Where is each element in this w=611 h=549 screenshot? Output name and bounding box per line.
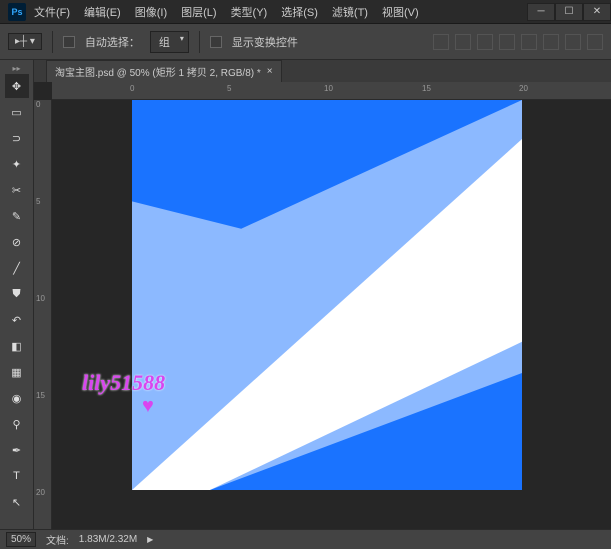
toolbox-grip[interactable]: ▸▸ (2, 64, 32, 72)
ruler-mark: 5 (36, 197, 40, 206)
distribute-h-icon[interactable] (565, 34, 581, 50)
vertical-ruler[interactable]: 0 5 10 15 20 (34, 100, 52, 529)
align-hcenter-icon[interactable] (521, 34, 537, 50)
doc-size-label: 文档: (46, 532, 69, 547)
ruler-mark: 20 (36, 488, 45, 497)
ruler-mark: 5 (227, 84, 231, 93)
type-tool-icon[interactable]: T (5, 464, 29, 488)
auto-select-dropdown[interactable]: 组 (150, 31, 189, 53)
document-area: 淘宝主图.psd @ 50% (矩形 1 拷贝 2, RGB/8) * × 0 … (34, 60, 611, 529)
ruler-mark: 15 (422, 84, 431, 93)
tool-preset-picker[interactable]: ▸┼ ▾ (8, 33, 42, 50)
horizontal-ruler[interactable]: 0 5 10 15 20 (52, 82, 611, 100)
magic-wand-tool-icon[interactable]: ✦ (5, 152, 29, 176)
menu-view[interactable]: 视图(V) (382, 4, 419, 20)
healing-brush-tool-icon[interactable]: ⊘ (5, 230, 29, 254)
ruler-mark: 10 (36, 294, 45, 303)
window-controls: ─ ☐ ✕ (527, 3, 611, 21)
eraser-tool-icon[interactable]: ◧ (5, 334, 29, 358)
align-right-icon[interactable] (543, 34, 559, 50)
canvas[interactable] (132, 100, 522, 490)
tab-bar: 淘宝主图.psd @ 50% (矩形 1 拷贝 2, RGB/8) * × (34, 60, 611, 82)
ruler-mark: 0 (36, 100, 40, 109)
lasso-tool-icon[interactable]: ⊃ (5, 126, 29, 150)
show-transform-label: 显示变换控件 (232, 34, 298, 50)
pen-tool-icon[interactable]: ✒ (5, 438, 29, 462)
auto-select-label: 自动选择： (85, 34, 140, 50)
ruler-mark: 20 (519, 84, 528, 93)
align-left-icon[interactable] (499, 34, 515, 50)
watermark-heart-icon: ♥ (142, 395, 154, 418)
marquee-tool-icon[interactable]: ▭ (5, 100, 29, 124)
canvas-row: 0 5 10 15 20 lily51588 ♥ (34, 100, 611, 529)
move-tool-icon[interactable]: ✥ (5, 74, 29, 98)
status-bar: 50% 文档: 1.83M/2.32M ▶ (0, 529, 611, 549)
crop-tool-icon[interactable]: ✂ (5, 178, 29, 202)
status-menu-arrow-icon[interactable]: ▶ (147, 535, 153, 544)
minimize-button[interactable]: ─ (527, 3, 555, 21)
doc-size-value: 1.83M/2.32M (79, 534, 137, 545)
app-logo: Ps (8, 3, 26, 21)
divider (199, 31, 200, 53)
distribute-v-icon[interactable] (587, 34, 603, 50)
blur-tool-icon[interactable]: ◉ (5, 386, 29, 410)
eyedropper-tool-icon[interactable]: ✎ (5, 204, 29, 228)
zoom-level-field[interactable]: 50% (6, 532, 36, 547)
show-transform-checkbox[interactable] (210, 36, 222, 48)
workspace: ▸▸ ✥ ▭ ⊃ ✦ ✂ ✎ ⊘ ╱ ⛊ ↶ ◧ ▦ ◉ ⚲ ✒ T ↖ 淘宝主… (0, 60, 611, 529)
align-buttons (433, 34, 603, 50)
menu-filter[interactable]: 滤镜(T) (332, 4, 368, 20)
history-brush-tool-icon[interactable]: ↶ (5, 308, 29, 332)
dodge-tool-icon[interactable]: ⚲ (5, 412, 29, 436)
canvas-viewport[interactable]: lily51588 ♥ (52, 100, 611, 529)
toolbox: ▸▸ ✥ ▭ ⊃ ✦ ✂ ✎ ⊘ ╱ ⛊ ↶ ◧ ▦ ◉ ⚲ ✒ T ↖ (0, 60, 34, 529)
close-button[interactable]: ✕ (583, 3, 611, 21)
tab-close-icon[interactable]: × (267, 66, 273, 77)
gradient-tool-icon[interactable]: ▦ (5, 360, 29, 384)
menu-file[interactable]: 文件(F) (34, 4, 70, 20)
document-tab[interactable]: 淘宝主图.psd @ 50% (矩形 1 拷贝 2, RGB/8) * × (46, 60, 282, 82)
title-bar: Ps 文件(F) 编辑(E) 图像(I) 图层(L) 类型(Y) 选择(S) 滤… (0, 0, 611, 24)
brush-tool-icon[interactable]: ╱ (5, 256, 29, 280)
divider (52, 31, 53, 53)
ruler-mark: 15 (36, 391, 45, 400)
menu-type[interactable]: 类型(Y) (231, 4, 268, 20)
maximize-button[interactable]: ☐ (555, 3, 583, 21)
menu-image[interactable]: 图像(I) (135, 4, 167, 20)
main-menu: 文件(F) 编辑(E) 图像(I) 图层(L) 类型(Y) 选择(S) 滤镜(T… (34, 4, 527, 20)
path-select-tool-icon[interactable]: ↖ (5, 490, 29, 514)
ruler-mark: 10 (324, 84, 333, 93)
menu-select[interactable]: 选择(S) (281, 4, 318, 20)
menu-layer[interactable]: 图层(L) (181, 4, 216, 20)
options-bar: ▸┼ ▾ 自动选择： 组 显示变换控件 (0, 24, 611, 60)
ruler-mark: 0 (130, 84, 134, 93)
auto-select-checkbox[interactable] (63, 36, 75, 48)
align-vcenter-icon[interactable] (455, 34, 471, 50)
align-bottom-icon[interactable] (477, 34, 493, 50)
menu-edit[interactable]: 编辑(E) (84, 4, 121, 20)
align-top-icon[interactable] (433, 34, 449, 50)
clone-stamp-tool-icon[interactable]: ⛊ (5, 282, 29, 306)
tab-title: 淘宝主图.psd @ 50% (矩形 1 拷贝 2, RGB/8) * (55, 64, 261, 79)
